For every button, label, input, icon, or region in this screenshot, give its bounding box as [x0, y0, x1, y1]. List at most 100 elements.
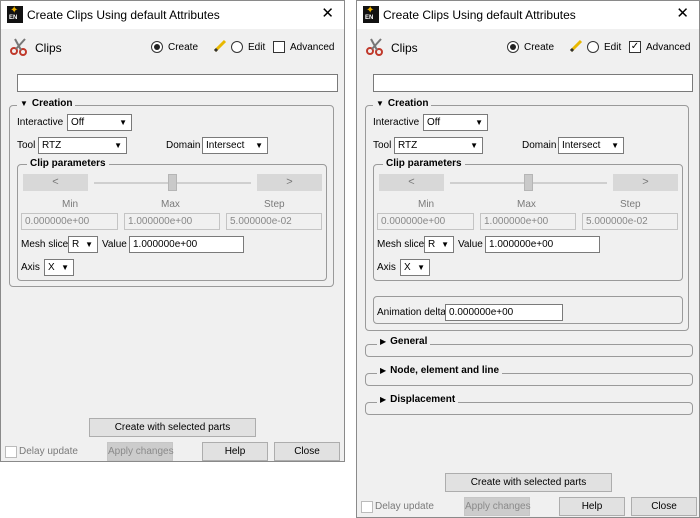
- domain-select[interactable]: Intersect ▼: [202, 137, 268, 154]
- tool-label: Tool: [373, 140, 392, 151]
- clip-parameters-legend: Clip parameters: [383, 158, 465, 170]
- max-label: Max: [161, 199, 180, 210]
- mesh-slice-value: R: [428, 239, 436, 250]
- tool-select[interactable]: RTZ ▼: [38, 137, 127, 154]
- close-button[interactable]: Close: [631, 497, 697, 516]
- max-field: 1.000000e+00: [124, 213, 220, 230]
- interactive-label: Interactive: [17, 117, 64, 128]
- create-radio-label: Create: [168, 42, 199, 53]
- slider-increment-button[interactable]: >: [257, 174, 322, 191]
- edit-radio-label: Edit: [604, 42, 622, 53]
- interactive-select[interactable]: Off ▼: [423, 114, 488, 131]
- apply-changes-button[interactable]: Apply changes: [107, 442, 174, 461]
- clips-dialog-advanced: ✦ EN Create Clips Using default Attribute…: [356, 0, 700, 518]
- interactive-value: Off: [427, 117, 441, 128]
- chevron-down-icon: ▼: [475, 118, 483, 127]
- step-field: 5.000000e-02: [582, 213, 678, 230]
- delay-update-checkbox[interactable]: [5, 446, 17, 458]
- animation-delta-input[interactable]: 0.000000e+00: [445, 304, 563, 321]
- axis-select[interactable]: X ▼: [44, 259, 74, 276]
- tool-label: Tool: [17, 140, 36, 151]
- window-title: Create Clips Using default Attributes: [27, 8, 220, 22]
- help-button[interactable]: Help: [559, 497, 625, 516]
- create-radio[interactable]: [507, 41, 519, 53]
- delay-update-checkbox[interactable]: [361, 501, 373, 513]
- chevron-down-icon: ▼: [611, 141, 619, 150]
- edit-radio[interactable]: [587, 41, 599, 53]
- mesh-slice-select[interactable]: R ▼: [68, 236, 98, 253]
- creation-toggle[interactable]: ▼ Creation: [17, 98, 76, 110]
- pencil-icon: [213, 39, 227, 53]
- help-button[interactable]: Help: [202, 442, 268, 461]
- chevron-down-icon: ▼: [85, 240, 93, 249]
- slider-thumb[interactable]: [168, 174, 177, 191]
- advanced-checkbox-label: Advanced: [646, 42, 691, 53]
- domain-select[interactable]: Intersect ▼: [558, 137, 624, 154]
- node-element-line-toggle[interactable]: ▶ Node, element and line: [377, 365, 503, 377]
- edit-radio[interactable]: [231, 41, 243, 53]
- clips-dialog-basic: ✦ EN Create Clips Using default Attribute…: [0, 0, 345, 462]
- max-field: 1.000000e+00: [480, 213, 576, 230]
- step-label: Step: [620, 199, 641, 210]
- create-with-selected-parts-button[interactable]: Create with selected parts: [445, 473, 612, 492]
- axis-value: X: [404, 262, 411, 273]
- general-toggle[interactable]: ▶ General: [377, 336, 431, 348]
- domain-label: Domain: [522, 140, 557, 151]
- max-label: Max: [517, 199, 536, 210]
- mesh-slice-label: Mesh slice: [21, 239, 69, 250]
- pencil-icon: [569, 39, 583, 53]
- min-label: Min: [62, 199, 79, 210]
- create-radio-label: Create: [524, 42, 555, 53]
- name-input[interactable]: [373, 74, 693, 92]
- ensight-app-icon: ✦ EN: [363, 6, 379, 23]
- advanced-checkbox[interactable]: [273, 41, 285, 53]
- displacement-toggle[interactable]: ▶ Displacement: [377, 394, 459, 406]
- title-bar[interactable]: ✦ EN Create Clips Using default Attribute…: [1, 1, 344, 29]
- triangle-down-icon: ▼: [376, 99, 384, 108]
- interactive-select[interactable]: Off ▼: [67, 114, 132, 131]
- chevron-down-icon: ▼: [114, 141, 122, 150]
- close-button[interactable]: Close: [274, 442, 340, 461]
- interactive-label: Interactive: [373, 117, 420, 128]
- create-radio[interactable]: [151, 41, 163, 53]
- triangle-right-icon: ▶: [380, 366, 387, 375]
- mesh-slice-select[interactable]: R ▼: [424, 236, 454, 253]
- slider-decrement-button[interactable]: <: [379, 174, 444, 191]
- apply-changes-button[interactable]: Apply changes: [464, 497, 531, 516]
- triangle-right-icon: ▶: [380, 395, 387, 404]
- delay-update-label: Delay update: [375, 501, 434, 512]
- clips-header-label: Clips: [35, 41, 62, 55]
- close-icon[interactable]: ✕: [321, 5, 334, 23]
- advanced-checkbox[interactable]: ✓: [629, 41, 641, 53]
- min-label: Min: [418, 199, 435, 210]
- clip-parameters-legend: Clip parameters: [27, 158, 109, 170]
- scissors-icon: [366, 38, 383, 56]
- animation-delta-label: Animation delta: [377, 307, 446, 318]
- tool-select[interactable]: RTZ ▼: [394, 137, 483, 154]
- interactive-value: Off: [71, 117, 85, 128]
- slider-decrement-button[interactable]: <: [23, 174, 88, 191]
- create-with-selected-parts-button[interactable]: Create with selected parts: [89, 418, 256, 437]
- delay-update-label: Delay update: [19, 446, 78, 457]
- slider-thumb[interactable]: [524, 174, 533, 191]
- ensight-app-icon: ✦ EN: [7, 6, 23, 23]
- title-bar[interactable]: ✦ EN Create Clips Using default Attribute…: [357, 1, 699, 29]
- chevron-down-icon: ▼: [119, 118, 127, 127]
- close-icon[interactable]: ✕: [676, 5, 689, 23]
- creation-legend: Creation: [387, 98, 429, 109]
- tool-value: RTZ: [398, 140, 418, 151]
- edit-radio-label: Edit: [248, 42, 266, 53]
- min-field: 0.000000e+00: [21, 213, 118, 230]
- value-label: Value: [458, 239, 483, 250]
- value-input[interactable]: 1.000000e+00: [485, 236, 600, 253]
- axis-label: Axis: [377, 262, 396, 273]
- value-input[interactable]: 1.000000e+00: [129, 236, 244, 253]
- creation-toggle[interactable]: ▼ Creation: [373, 98, 432, 110]
- chevron-down-icon: ▼: [61, 263, 69, 272]
- axis-select[interactable]: X ▼: [400, 259, 430, 276]
- mesh-slice-value: R: [72, 239, 80, 250]
- name-input[interactable]: [17, 74, 338, 92]
- min-field: 0.000000e+00: [377, 213, 474, 230]
- advanced-checkbox-label: Advanced: [290, 42, 335, 53]
- slider-increment-button[interactable]: >: [613, 174, 678, 191]
